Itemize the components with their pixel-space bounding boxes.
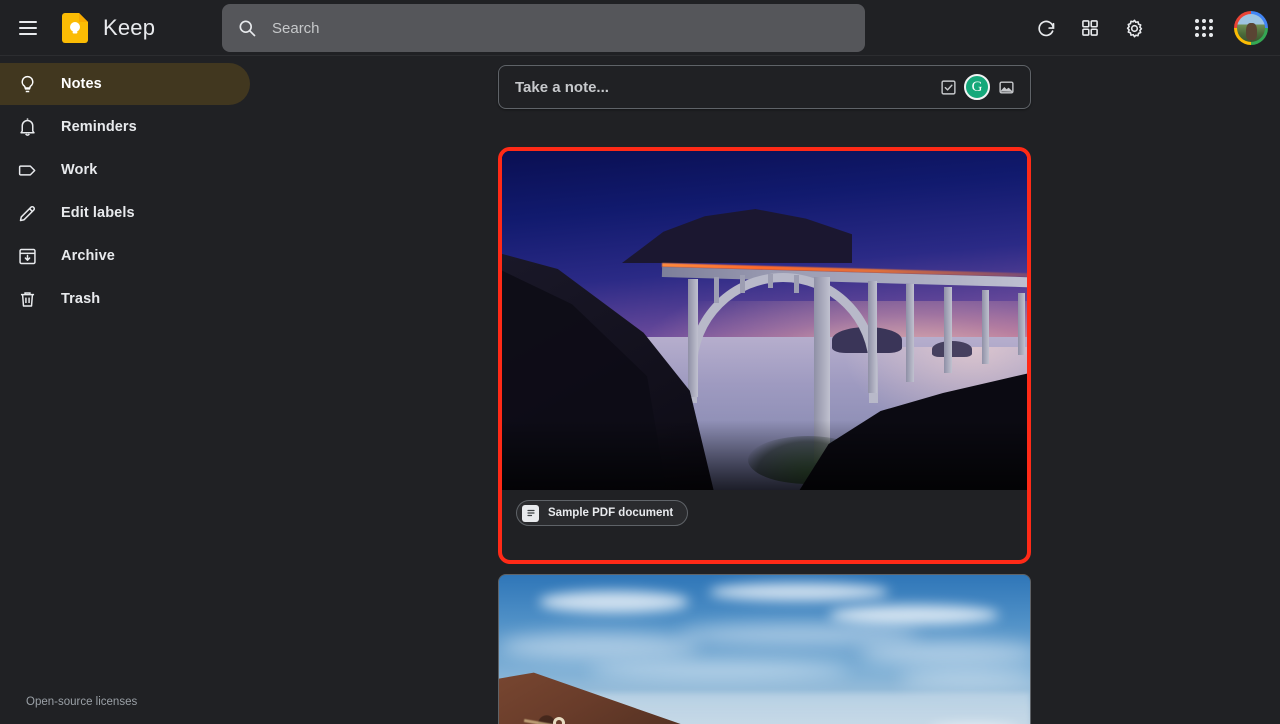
grammarly-icon[interactable]: G bbox=[964, 74, 990, 100]
search-icon bbox=[236, 17, 258, 39]
sidebar-item-archive[interactable]: Archive bbox=[0, 235, 250, 277]
gear-icon[interactable] bbox=[1114, 8, 1154, 48]
attachment-chip-pdf[interactable]: Sample PDF document bbox=[516, 500, 689, 526]
sidebar-item-label: Archive bbox=[61, 248, 115, 264]
search-input[interactable]: Search bbox=[272, 20, 320, 37]
sidebar-item-edit-labels[interactable]: Edit labels bbox=[0, 192, 250, 234]
sidebar-navigation: Notes Reminders Work Edit labels Archive… bbox=[0, 57, 280, 724]
lightbulb-icon bbox=[15, 72, 39, 96]
grid-view-icon[interactable] bbox=[1070, 8, 1110, 48]
pdf-document-icon bbox=[522, 504, 539, 522]
image-icon[interactable] bbox=[995, 76, 1017, 98]
top-app-bar: Keep Search bbox=[0, 0, 1280, 56]
sidebar-item-label: Edit labels bbox=[61, 205, 135, 221]
note-image-bixby-bridge bbox=[502, 151, 1027, 490]
sidebar-item-work[interactable]: Work bbox=[0, 149, 250, 191]
sidebar-item-trash[interactable]: Trash bbox=[0, 278, 250, 320]
sidebar-item-label: Work bbox=[61, 162, 98, 178]
top-bar-actions bbox=[1026, 0, 1272, 56]
sidebar-item-label: Notes bbox=[61, 76, 102, 92]
note-card-coastal-view[interactable] bbox=[498, 574, 1031, 724]
app-title: Keep bbox=[103, 14, 156, 40]
sidebar-item-notes[interactable]: Notes bbox=[0, 63, 250, 105]
hamburger-menu-icon[interactable] bbox=[8, 8, 48, 48]
refresh-icon[interactable] bbox=[1026, 8, 1066, 48]
note-image-coastal-view bbox=[499, 575, 1030, 724]
bell-icon bbox=[15, 115, 39, 139]
sidebar-item-label: Reminders bbox=[61, 119, 137, 135]
label-tag-icon bbox=[15, 158, 39, 182]
note-card-bixby-bridge[interactable]: Sample PDF document bbox=[498, 147, 1031, 564]
note-attachments: Sample PDF document bbox=[502, 490, 1027, 560]
app-logo: Keep bbox=[62, 12, 156, 43]
composer-actions: G bbox=[937, 74, 1017, 100]
trash-icon bbox=[15, 287, 39, 311]
open-source-licenses-link[interactable]: Open-source licenses bbox=[26, 696, 137, 708]
apps-grid-icon[interactable] bbox=[1184, 8, 1224, 48]
take-a-note-composer[interactable]: Take a note... G bbox=[498, 65, 1031, 109]
sidebar-item-reminders[interactable]: Reminders bbox=[0, 106, 250, 148]
checkbox-icon[interactable] bbox=[937, 76, 959, 98]
pencil-icon bbox=[15, 201, 39, 225]
account-avatar[interactable] bbox=[1234, 11, 1268, 45]
archive-icon bbox=[15, 244, 39, 268]
notes-content-area: Take a note... G Sample PDF document bbox=[280, 57, 1280, 724]
attachment-chip-label: Sample PDF document bbox=[548, 507, 674, 519]
avatar-image bbox=[1237, 14, 1265, 42]
take-a-note-input[interactable]: Take a note... bbox=[515, 79, 937, 96]
keep-bulb-logo-icon bbox=[62, 12, 88, 43]
search-bar[interactable]: Search bbox=[222, 4, 865, 52]
sidebar-item-label: Trash bbox=[61, 291, 101, 307]
